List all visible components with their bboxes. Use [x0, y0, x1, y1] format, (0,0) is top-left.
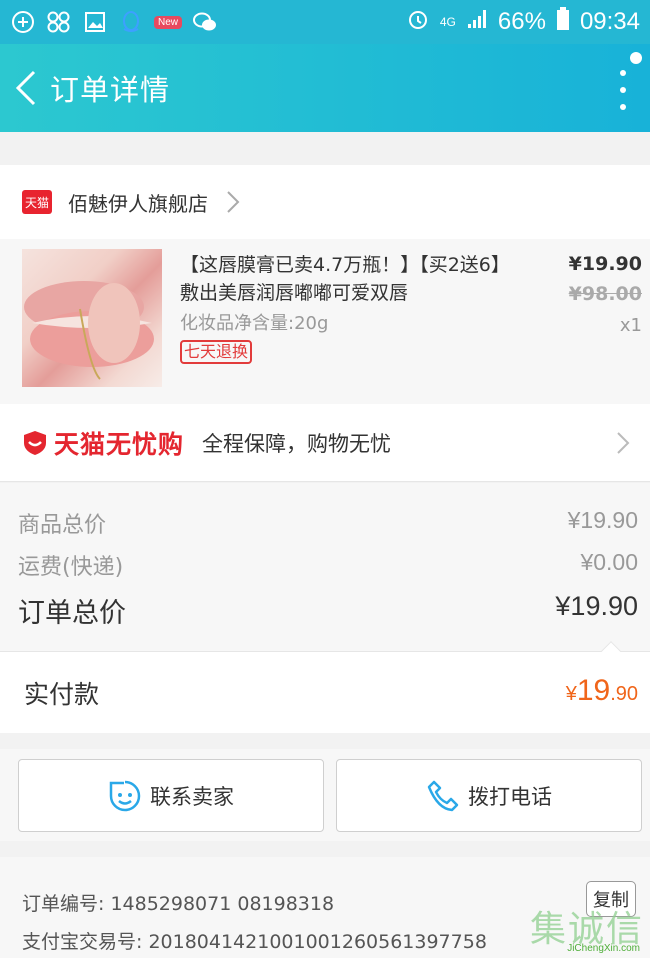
contact-seller-label: 联系卖家: [150, 784, 234, 809]
call-phone-button[interactable]: 拨打电话: [336, 759, 642, 832]
worry-free-row[interactable]: 天猫无忧购 全程保障，购物无忧: [0, 404, 650, 482]
more-dot-icon: [620, 87, 626, 93]
order-number: 订单编号: 1485298071 08198318: [22, 893, 335, 915]
add-circle-icon: [10, 9, 36, 35]
app-cluster-icon: [46, 9, 72, 35]
order-total-label: 订单总价: [18, 598, 126, 629]
goods-total-label: 商品总价: [18, 513, 107, 538]
call-phone-label: 拨打电话: [468, 784, 552, 809]
worry-free-brand: 天猫无忧购: [54, 429, 185, 459]
page-title: 订单详情: [50, 73, 171, 107]
alarm-icon: [406, 7, 430, 38]
more-dot-icon: [620, 104, 626, 110]
contact-actions: 联系卖家 拨打电话: [0, 749, 650, 841]
price-summary: 商品总价 ¥19.90 运费(快递) ¥0.00 订单总价 ¥19.90: [0, 483, 650, 651]
image-icon: [82, 9, 108, 35]
app-bar: 订单详情: [0, 44, 650, 132]
paid-amount: ¥19.90: [566, 674, 638, 708]
paid-label: 实付款: [24, 679, 100, 709]
product-title: 【这唇膜膏已卖4.7万瓶！】【买2送6】敷出美唇润唇嘟嘟可爱双唇: [180, 254, 510, 304]
shop-name: 佰魅伊人旗舰店: [68, 191, 208, 216]
paid-decimal: .90: [610, 683, 638, 705]
battery-icon: [556, 6, 570, 38]
chevron-right-icon: [227, 191, 240, 213]
watermark: 集诚信 JiChengXin.com: [530, 898, 650, 958]
product-spec: 化妆品净含量:20g: [180, 313, 329, 334]
signal-icon: [466, 8, 488, 37]
battery-level: 66%: [497, 8, 546, 35]
paid-integer: 19: [576, 674, 611, 707]
notification-dot: [630, 52, 642, 64]
shipping-row: 运费(快递) ¥0.00: [18, 549, 638, 581]
return-policy-badge: 七天退换: [180, 340, 253, 364]
watermark-url: JiChengXin.com: [567, 943, 640, 954]
more-dot-icon: [620, 70, 626, 76]
alipay-number: 支付宝交易号: 2018041421001001260561397758: [22, 931, 487, 953]
status-bar: New 4G 66% 09:34: [0, 0, 650, 44]
chevron-right-icon: [617, 432, 630, 454]
paid-currency: ¥: [565, 683, 577, 705]
contact-seller-button[interactable]: 联系卖家: [18, 759, 324, 832]
original-price: ¥98.00: [568, 283, 642, 305]
paid-amount-row: 实付款 ¥19.90: [0, 641, 650, 733]
order-info: 订单编号: 1485298071 08198318 支付宝交易号: 201804…: [0, 857, 650, 958]
goods-total-row: 商品总价 ¥19.90: [18, 507, 638, 539]
product-quantity: x1: [619, 315, 642, 336]
shop-row[interactable]: 天猫 佰魅伊人旗舰店: [0, 165, 650, 239]
product-price: ¥19.90: [568, 253, 642, 275]
shield-icon: [24, 430, 46, 455]
order-total-value: ¥19.90: [555, 591, 638, 621]
shipping-label: 运费(快递): [18, 555, 124, 580]
qq-icon: [118, 9, 144, 35]
shipping-value: ¥0.00: [580, 549, 638, 575]
network-label: 4G: [439, 15, 456, 29]
chat-face-icon: [109, 780, 141, 811]
worry-free-description: 全程保障，购物无忧: [202, 431, 392, 456]
back-button[interactable]: [4, 44, 48, 132]
phone-icon: [427, 780, 459, 811]
wechat-icon: [192, 9, 218, 35]
chevron-left-icon: [15, 70, 36, 106]
order-total-row: 订单总价 ¥19.90: [18, 591, 638, 630]
goods-total-value: ¥19.90: [567, 507, 638, 533]
more-menu-button[interactable]: [616, 70, 630, 110]
product-item[interactable]: 【这唇膜膏已卖4.7万瓶！】【买2送6】敷出美唇润唇嘟嘟可爱双唇 化妆品净含量:…: [0, 239, 650, 404]
new-badge: New: [154, 15, 183, 29]
tmall-logo-icon: 天猫: [22, 190, 52, 214]
clock: 09:34: [579, 8, 640, 35]
product-image[interactable]: [22, 249, 162, 387]
